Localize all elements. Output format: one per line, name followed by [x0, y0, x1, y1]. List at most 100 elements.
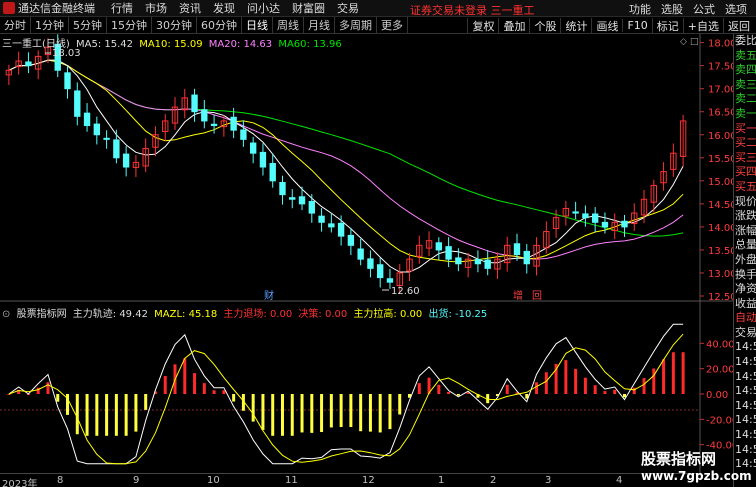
menu-shichang[interactable]: 市场: [139, 0, 173, 16]
period-5min[interactable]: 5分钟: [69, 17, 107, 33]
period-15min[interactable]: 15分钟: [107, 17, 152, 33]
hist-bar-14: [144, 394, 148, 410]
period-60min[interactable]: 60分钟: [197, 17, 242, 33]
menu-bar: 通达信金融终端 行情 市场 资讯 发现 问小达 财富圈 交易 证券交易未登录 三…: [0, 0, 756, 17]
ind-tick-label-3: -20.00: [706, 415, 733, 426]
candle-body-7: [74, 90, 81, 117]
period-more[interactable]: 更多: [377, 17, 408, 33]
event-marker-cai[interactable]: 财: [264, 289, 274, 302]
price-tick-label-7: 14.50: [708, 200, 733, 211]
rp-tick-4: 14:56: [735, 384, 756, 398]
login-status[interactable]: 证券交易未登录 三一重工: [410, 2, 535, 18]
rp-buy3: 买三: [735, 150, 756, 164]
hist-bar-23: [232, 394, 236, 402]
event-marker-zeng[interactable]: 增: [513, 289, 523, 302]
period-1min[interactable]: 1分钟: [31, 17, 69, 33]
candle-body-30: [298, 196, 306, 205]
hist-bar-31: [310, 394, 314, 433]
rp-auto[interactable]: 自动: [734, 311, 756, 326]
low-price-label: 12.60: [391, 286, 420, 297]
period-fenshi[interactable]: 分时: [0, 17, 31, 33]
tool-gegu[interactable]: 个股: [529, 17, 560, 34]
hist-bar-4: [46, 382, 50, 394]
pane-settings-icon[interactable]: ◇: [680, 37, 687, 47]
period-toolbar: 分时 1分钟 5分钟 15分钟 30分钟 60分钟 日线 周线 月线 多周期 更…: [0, 17, 756, 34]
candle-body-19: [191, 94, 198, 113]
menu-faxian[interactable]: 发现: [207, 0, 241, 16]
sub-legend-settings-icon[interactable]: ⊙: [2, 309, 10, 320]
tool-add-watchlist[interactable]: +自选: [682, 17, 723, 34]
mazl-legend: MAZL: 45.18: [154, 309, 218, 320]
ma5-legend: MA5: 15.42: [76, 39, 134, 50]
candle-body-25: [249, 142, 257, 154]
ma10-legend: MA10: 15.09: [139, 39, 203, 50]
hist-bar-36: [359, 394, 363, 432]
price-tick-label-4: 16.00: [708, 131, 733, 142]
exit-legend: 出货: -10.25: [428, 309, 488, 320]
tool-fuquan[interactable]: 复权: [467, 17, 498, 34]
candle-body-21: [210, 123, 218, 127]
time-label-apr: 4: [616, 475, 623, 486]
hist-bar-44: [437, 384, 441, 394]
hist-bar-30: [300, 394, 304, 433]
time-label-aug: 8: [57, 475, 64, 486]
candle-body-48: [474, 258, 482, 265]
event-marker-hui[interactable]: 回: [532, 290, 542, 302]
sub-legend-title: 股票指标网: [16, 309, 67, 320]
pane-close-icon[interactable]: □: [690, 37, 699, 47]
rp-weibi: 委比: [735, 34, 756, 47]
menu-xuanxiang[interactable]: 选项: [720, 1, 752, 17]
hist-bar-51: [505, 384, 509, 394]
tool-back[interactable]: 返回: [723, 17, 754, 34]
rp-trade[interactable]: 交易: [734, 326, 756, 341]
candle-body-59: [582, 213, 589, 219]
rp-turnover: 换手: [735, 267, 756, 281]
candle-body-49: [484, 259, 491, 269]
candle-body-53: [523, 250, 530, 265]
rp-buy4: 买四: [735, 165, 756, 179]
tool-diejia[interactable]: 叠加: [498, 17, 529, 34]
menu-gongneng[interactable]: 功能: [624, 1, 656, 17]
ma20-legend: MA20: 14.63: [208, 39, 273, 50]
tool-group: 复权 叠加 个股 统计 画线 F10 标记 +自选 返回: [467, 17, 754, 34]
hist-bar-26: [261, 394, 265, 430]
menu-zixun[interactable]: 资讯: [173, 0, 207, 16]
candle-body-28: [279, 182, 286, 196]
period-weekly[interactable]: 周线: [273, 17, 304, 33]
app-logo-icon: [3, 2, 15, 14]
kline-chart[interactable]: 18.00 17.50 17.00 16.50 16.00 15.50 15.00 14.50…: [0, 34, 733, 473]
tool-biaoji[interactable]: 标记: [651, 17, 683, 34]
hist-bar-8: [85, 394, 89, 436]
main-pull-legend: 主力拉高: 0.00: [353, 309, 423, 320]
time-label-jan: 1: [438, 475, 445, 486]
tool-f10[interactable]: F10: [622, 19, 651, 32]
candle-body-39: [386, 278, 394, 283]
menu-wenxiaoda[interactable]: 问小达: [241, 0, 286, 16]
app-title: 通达信金融终端: [18, 2, 95, 15]
menu-gongshi[interactable]: 公式: [688, 1, 720, 17]
tool-tongji[interactable]: 统计: [560, 17, 591, 34]
decision-legend: 决策: 0.00: [298, 309, 348, 320]
period-monthly[interactable]: 月线: [304, 17, 335, 33]
hist-bar-40: [398, 394, 402, 415]
menu-xuangu[interactable]: 选股: [656, 1, 688, 17]
tool-huaxian[interactable]: 画线: [591, 17, 622, 34]
hist-bar-62: [613, 389, 617, 394]
candle-body-2: [25, 61, 32, 67]
hist-bar-16: [163, 376, 167, 394]
rp-buy1: 买一: [735, 121, 756, 135]
menu-caifuquan[interactable]: 财富圈: [286, 0, 331, 16]
menu-hangqing[interactable]: 行情: [105, 0, 139, 16]
hist-bar-61: [603, 391, 607, 394]
mazl-line: [8, 333, 684, 465]
period-30min[interactable]: 30分钟: [152, 17, 197, 33]
candle-body-37: [367, 258, 374, 269]
time-label-dec: 12: [362, 475, 375, 486]
period-multi[interactable]: 多周期: [335, 17, 377, 33]
price-tick-label-0: 18.00: [708, 39, 733, 50]
rp-sell4: 卖四: [735, 63, 756, 77]
period-daily[interactable]: 日线: [242, 17, 273, 33]
candle-body-33: [328, 223, 335, 228]
candle-body-34: [337, 222, 345, 237]
menu-jiaoyi[interactable]: 交易: [331, 0, 365, 16]
